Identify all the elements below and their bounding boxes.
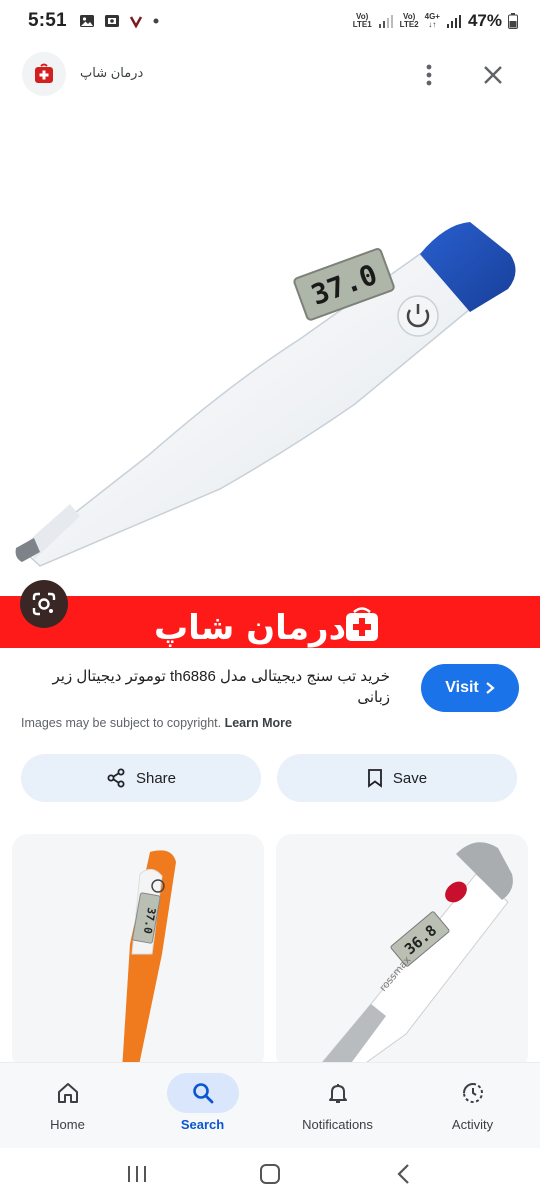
nav-home[interactable]: Home	[0, 1063, 135, 1148]
nav-activity-label: Activity	[451, 1117, 494, 1132]
lens-icon	[32, 592, 56, 616]
close-icon	[484, 66, 502, 84]
bell-icon	[328, 1084, 347, 1103]
site-logo[interactable]	[22, 52, 66, 96]
copyright-text: Images may be subject to copyright.	[21, 716, 222, 730]
sim2-label: Vo) LTE2	[399, 12, 419, 29]
visit-button[interactable]: Visit	[421, 664, 519, 712]
recents-button[interactable]	[117, 1154, 157, 1194]
result-header: درمان شاپ	[0, 50, 540, 100]
save-label: Save	[392, 769, 428, 787]
nav-home-pill	[32, 1073, 104, 1113]
dot-icon	[153, 18, 159, 24]
orange-thermometer-image: 37.0	[122, 850, 176, 1070]
related-image-card[interactable]: 37.0	[12, 834, 264, 1070]
screen-icon	[104, 15, 119, 27]
rossmax-thermometer-image: 36.8 rossmax	[315, 842, 513, 1070]
more-vert-icon	[426, 64, 432, 86]
site-name[interactable]: درمان شاپ	[80, 65, 143, 81]
learn-more-link[interactable]: Learn More	[225, 716, 292, 730]
close-button[interactable]	[478, 60, 508, 90]
app-v-icon	[129, 16, 142, 28]
bottom-navigation: Home Search Notifications Activity	[0, 1062, 540, 1148]
status-bar: 5:51 Vo) LTE1 Vo) LTE2 4G+ ↓↑ 47%	[0, 0, 540, 42]
home-system-button[interactable]	[250, 1154, 290, 1194]
share-icon	[107, 768, 125, 788]
battery-percent: 47%	[467, 11, 502, 30]
nav-notifications[interactable]: Notifications	[270, 1063, 405, 1148]
status-time: 5:51	[28, 10, 67, 31]
related-image-card[interactable]: 36.8 rossmax	[276, 834, 528, 1070]
system-navigation-bar	[0, 1148, 540, 1200]
home-square-icon	[259, 1164, 280, 1184]
nav-search-pill	[166, 1073, 239, 1113]
nav-activity-pill	[437, 1073, 509, 1113]
share-label: Share	[135, 769, 177, 787]
more-options-button[interactable]	[414, 60, 444, 90]
share-button[interactable]: Share	[21, 754, 261, 802]
result-title[interactable]: خرید تب سنج دیجیتالی مدل th6886 توموتر د…	[20, 666, 390, 708]
thermometer-image: 37.0 درمان شاپ	[0, 222, 540, 648]
gallery-icon	[79, 15, 94, 27]
nav-notifications-label: Notifications	[302, 1117, 373, 1132]
nav-notifications-pill	[302, 1073, 374, 1113]
signal-icon-1	[378, 15, 393, 28]
bookmark-icon	[367, 769, 382, 788]
sim1-label: Vo) LTE1	[352, 12, 372, 29]
back-button[interactable]	[383, 1154, 423, 1194]
activity-icon	[462, 1083, 483, 1103]
network-label: 4G+ ↓↑	[424, 12, 440, 29]
battery-icon	[508, 13, 518, 29]
signal-icon-2	[446, 15, 461, 28]
brand-text: درمان شاپ	[154, 608, 346, 648]
home-icon	[57, 1083, 78, 1103]
visit-label: Visit	[445, 679, 479, 696]
search-icon	[192, 1083, 213, 1104]
chevron-right-icon	[486, 682, 495, 694]
nav-search[interactable]: Search	[135, 1063, 270, 1148]
back-chevron-icon	[397, 1164, 410, 1184]
main-result-image[interactable]: 37.0 درمان شاپ	[0, 104, 540, 648]
save-button[interactable]: Save	[277, 754, 517, 802]
nav-home-label: Home	[50, 1117, 85, 1132]
medical-bag-icon	[35, 63, 53, 83]
status-right: Vo) LTE1 Vo) LTE2 4G+ ↓↑ 47%	[353, 11, 518, 31]
nav-activity[interactable]: Activity	[405, 1063, 540, 1148]
power-button-graphic	[397, 295, 439, 337]
status-notification-icons	[79, 13, 160, 29]
google-lens-button[interactable]	[20, 580, 68, 628]
copyright-notice: Images may be subject to copyright. Lear…	[21, 716, 292, 730]
recents-icon	[127, 1166, 146, 1182]
nav-search-label: Search	[180, 1117, 225, 1132]
